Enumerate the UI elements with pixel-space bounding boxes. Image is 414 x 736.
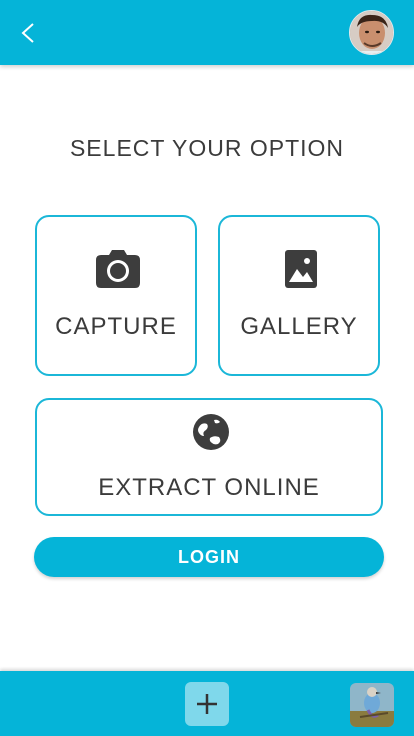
chevron-left-icon [21,23,34,43]
avatar-photo [350,11,393,54]
back-button[interactable] [14,18,44,48]
gallery-label: GALLERY [240,313,358,340]
add-button[interactable] [185,682,229,726]
user-avatar[interactable] [349,10,394,55]
top-app-bar [0,0,414,65]
login-button[interactable]: LOGIN [34,537,384,577]
plus-icon [197,694,217,714]
capture-option-card[interactable]: CAPTURE [35,215,197,376]
gallery-option-card[interactable]: GALLERY [218,215,380,376]
bottom-bar [0,671,414,736]
camera-icon [96,250,140,288]
image-icon [285,250,317,288]
capture-label: CAPTURE [55,313,177,340]
extract-online-option-card[interactable]: EXTRACT ONLINE [35,398,383,516]
page-title: SELECT YOUR OPTION [69,135,345,161]
globe-icon [193,414,229,450]
bird-photo [350,683,394,727]
extract-online-label: EXTRACT ONLINE [98,474,320,501]
bird-photo-thumbnail[interactable] [350,683,394,727]
